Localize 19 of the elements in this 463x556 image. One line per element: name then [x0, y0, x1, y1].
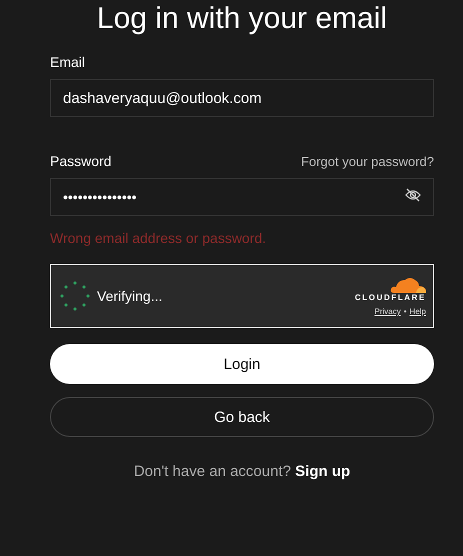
forgot-password-link[interactable]: Forgot your password? — [301, 154, 434, 168]
eye-slash-icon[interactable] — [405, 188, 421, 202]
email-label: Email — [50, 54, 86, 70]
captcha-link[interactable]: Privacy — [374, 307, 401, 316]
signup-link[interactable]: Sign up — [295, 463, 350, 480]
page-title: Log in with your email — [96, 1, 388, 37]
login-button[interactable]: Login — [50, 344, 434, 384]
error-message: Wrong email address or password. — [50, 230, 266, 246]
spinner-icon — [59, 280, 91, 312]
cloud-icon — [390, 276, 426, 293]
back-button[interactable]: Go back — [50, 397, 434, 437]
password-field[interactable]: ••••••••••••••• — [50, 178, 434, 216]
captcha-link[interactable]: Help — [410, 307, 426, 316]
verifying-status: Verifying... — [97, 288, 164, 304]
password-label: Password — [50, 153, 112, 169]
separator-dot: • — [404, 307, 407, 316]
email-field[interactable]: dashaveryaquu@outlook.com — [50, 79, 434, 117]
signup-prompt: Don't have an account? — [134, 463, 291, 480]
brand-label: CLOUDFLARE — [354, 293, 426, 302]
